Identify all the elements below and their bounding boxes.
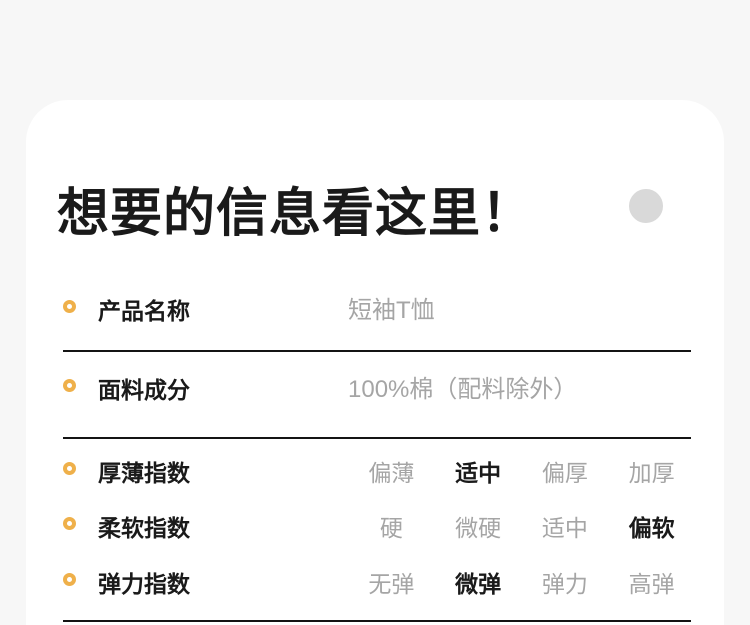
scale-option: 偏薄: [368, 461, 414, 485]
scale-option: 硬: [380, 516, 403, 540]
elasticity-index-label: 弹力指数: [98, 572, 190, 596]
product-info-card: 想要的信息看这里！ 产品名称 短袖T恤 面料成分 100%棉（配料除外） 厚薄指…: [26, 100, 724, 625]
thickness-scale: 偏薄 适中 偏厚 加厚: [348, 461, 695, 485]
softness-scale: 硬 微硬 适中 偏软: [348, 516, 695, 540]
page-background: 想要的信息看这里！ 产品名称 短袖T恤 面料成分 100%棉（配料除外） 厚薄指…: [0, 0, 750, 625]
fabric-composition-value: 100%棉（配料除外）: [348, 377, 577, 403]
scale-option: 无弹: [368, 572, 414, 596]
divider: [63, 437, 691, 439]
thickness-index-row: 厚薄指数 偏薄 适中 偏厚 加厚: [26, 461, 724, 485]
scale-option: 高弹: [629, 572, 675, 596]
section-title: 想要的信息看这里！: [57, 184, 534, 244]
bullet-ring-icon: [63, 300, 76, 313]
bullet-ring-icon: [63, 517, 76, 530]
divider: [63, 350, 691, 352]
scale-option: 偏软: [629, 516, 675, 540]
elasticity-scale: 无弹 微弹 弹力 高弹: [348, 572, 695, 596]
scale-option: 偏厚: [542, 461, 588, 485]
product-name-value: 短袖T恤: [348, 298, 435, 324]
bullet-ring-icon: [63, 379, 76, 392]
fabric-composition-row: 面料成分 100%棉（配料除外）: [26, 378, 724, 402]
decorative-ring-icon: [629, 189, 663, 223]
softness-index-label: 柔软指数: [98, 516, 190, 540]
scale-option: 微弹: [455, 572, 501, 596]
scale-option: 适中: [455, 461, 501, 485]
softness-index-row: 柔软指数 硬 微硬 适中 偏软: [26, 516, 724, 540]
scale-option: 加厚: [629, 461, 675, 485]
divider: [63, 620, 691, 622]
scale-option: 弹力: [542, 572, 588, 596]
bullet-ring-icon: [63, 573, 76, 586]
fabric-composition-label: 面料成分: [98, 378, 190, 402]
product-name-row: 产品名称 短袖T恤: [26, 299, 724, 323]
bullet-ring-icon: [63, 462, 76, 475]
thickness-index-label: 厚薄指数: [98, 461, 190, 485]
elasticity-index-row: 弹力指数 无弹 微弹 弹力 高弹: [26, 572, 724, 596]
scale-option: 适中: [542, 516, 588, 540]
scale-option: 微硬: [455, 516, 501, 540]
product-name-label: 产品名称: [98, 299, 190, 323]
